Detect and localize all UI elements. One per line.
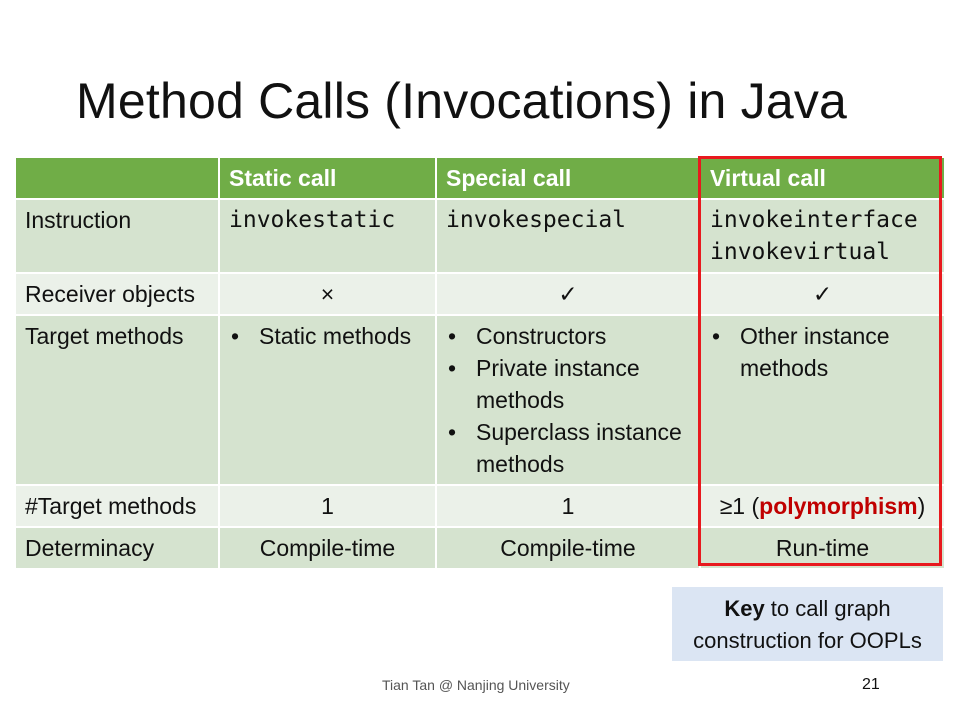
slide-title: Method Calls (Invocations) in Java	[76, 73, 848, 129]
header-empty	[14, 156, 220, 200]
row-label-receiver: Receiver objects	[14, 272, 220, 316]
targets-static: Static methods	[218, 314, 437, 486]
header-static-call: Static call	[218, 156, 437, 200]
targets-special: Constructors Private instance methods Su…	[435, 314, 701, 486]
count-virtual-prefix: ≥1 (	[719, 493, 760, 519]
key-callout-line2: construction for OOPLs	[693, 628, 922, 653]
count-static: 1	[218, 484, 437, 528]
list-item: Static methods	[229, 320, 426, 352]
instruction-static: invokestatic	[218, 198, 437, 274]
page-number: 21	[862, 676, 880, 693]
receiver-special-check-icon: ✓	[435, 272, 701, 316]
count-virtual-suffix: )	[917, 493, 926, 519]
key-callout-bold: Key	[724, 596, 765, 621]
row-label-instruction: Instruction	[14, 198, 220, 274]
row-target-count: #Target methods 1 1 ≥1 (polymorphism)	[14, 484, 946, 528]
row-label-target-methods: Target methods	[14, 314, 220, 486]
instruction-invokevirtual: invokevirtual	[710, 239, 891, 265]
row-receiver-objects: Receiver objects × ✓ ✓	[14, 272, 946, 316]
list-item: Constructors	[446, 320, 690, 352]
receiver-static-cross-icon: ×	[218, 272, 437, 316]
row-target-methods: Target methods Static methods Constructo…	[14, 314, 946, 486]
instruction-special: invokespecial	[435, 198, 701, 274]
method-calls-table: Static call Special call Virtual call In…	[14, 156, 946, 570]
list-item: Superclass instance methods	[446, 416, 690, 480]
header-virtual-call: Virtual call	[699, 156, 946, 200]
polymorphism-highlight: polymorphism	[759, 493, 918, 519]
list-item: Private instance methods	[446, 352, 690, 416]
row-label-determinacy: Determinacy	[14, 526, 220, 570]
row-instruction: Instruction invokestatic invokespecial i…	[14, 198, 946, 274]
determinacy-static: Compile-time	[218, 526, 437, 570]
header-special-call: Special call	[435, 156, 701, 200]
count-virtual: ≥1 (polymorphism)	[699, 484, 946, 528]
targets-virtual: Other instance methods	[699, 314, 946, 486]
instruction-invokeinterface: invokeinterface	[710, 207, 918, 233]
row-label-target-count: #Target methods	[14, 484, 220, 528]
determinacy-special: Compile-time	[435, 526, 701, 570]
key-callout-line1: Key to call graph	[672, 593, 943, 625]
instruction-virtual: invokeinterface invokevirtual	[699, 198, 946, 274]
determinacy-virtual: Run-time	[699, 526, 946, 570]
header-row: Static call Special call Virtual call	[14, 156, 946, 200]
count-special: 1	[435, 484, 701, 528]
list-item: Other instance methods	[710, 320, 935, 384]
receiver-virtual-check-icon: ✓	[699, 272, 946, 316]
key-callout-box: Key to call graph construction for OOPLs	[672, 587, 943, 661]
row-determinacy: Determinacy Compile-time Compile-time Ru…	[14, 526, 946, 570]
slide-footer: Tian Tan @ Nanjing University	[382, 677, 570, 693]
key-callout-rest: to call graph	[764, 596, 891, 621]
